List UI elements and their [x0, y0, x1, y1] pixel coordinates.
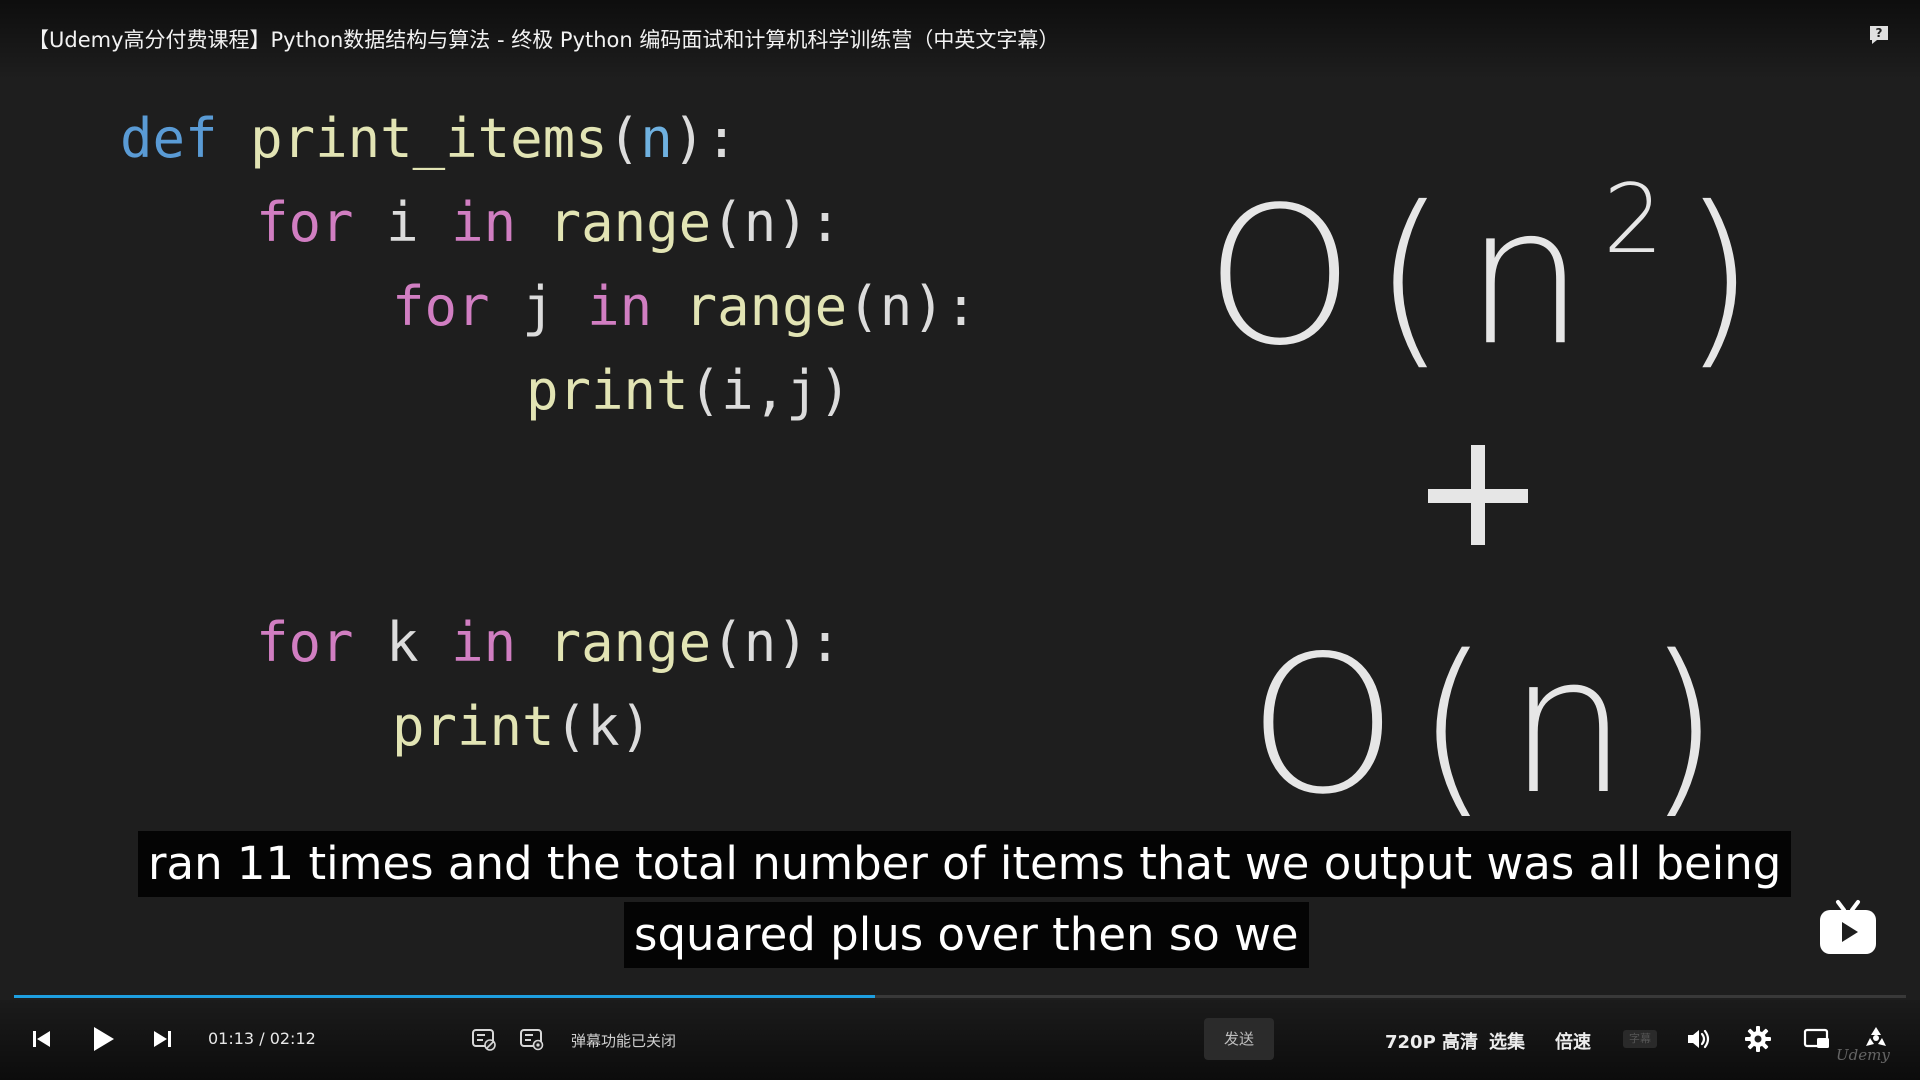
next-icon[interactable]	[148, 1025, 176, 1053]
code-line-for-j: for j in range(n):	[392, 280, 977, 334]
range-args: (n):	[711, 191, 842, 254]
keyword-for: for	[392, 275, 490, 338]
print-call: print	[392, 695, 555, 758]
print-args: (k)	[554, 695, 653, 758]
range-call: range	[684, 275, 848, 338]
time-separator: /	[259, 1029, 265, 1048]
progress-bar[interactable]	[14, 995, 1906, 998]
total-time: 02:12	[269, 1029, 316, 1048]
settings-gear-icon[interactable]	[1744, 1025, 1772, 1053]
range-call: range	[548, 611, 712, 674]
paren-close: ):	[672, 107, 738, 170]
keyword-def: def	[120, 107, 218, 170]
episodes-button[interactable]: 选集	[1489, 1028, 1525, 1054]
range-args: (n):	[847, 275, 978, 338]
complexity-close: )	[1681, 166, 1774, 388]
danmaku-status: 弹幕功能已关闭	[571, 1032, 677, 1050]
udemy-watermark: Udemy	[1836, 1046, 1890, 1064]
loop-var: i	[386, 191, 419, 254]
video-player[interactable]: 【Udemy高分付费课程】Python数据结构与算法 - 终极 Python 编…	[0, 0, 1920, 1080]
plus-sign	[1428, 445, 1528, 545]
loop-var: j	[522, 275, 555, 338]
picture-in-picture-icon[interactable]	[1803, 1025, 1831, 1053]
danmaku-toggle-icon[interactable]	[471, 1026, 497, 1052]
svg-text:?: ?	[1876, 26, 1883, 40]
subtitle-toggle-button[interactable]: 字幕	[1623, 1030, 1657, 1048]
send-button[interactable]: 发送	[1204, 1018, 1274, 1060]
keyword-in: in	[587, 275, 653, 338]
code-line-for-k: for k in range(n):	[256, 616, 841, 670]
code-line-def: def print_items(n):	[120, 112, 738, 166]
time-display: 01:13 / 02:12	[208, 1029, 316, 1048]
subtitle-line-2: squared plus over then so we	[624, 902, 1309, 968]
play-icon[interactable]	[88, 1024, 118, 1054]
range-args: (n):	[711, 611, 842, 674]
bilibili-tv-icon[interactable]	[1818, 898, 1878, 958]
video-title: 【Udemy高分付费课程】Python数据结构与算法 - 终极 Python 编…	[28, 28, 1060, 52]
function-name: print_items	[250, 107, 608, 170]
title-bar: 【Udemy高分付费课程】Python数据结构与算法 - 终极 Python 编…	[0, 0, 1920, 80]
keyword-for: for	[256, 611, 354, 674]
progress-fill	[14, 995, 875, 998]
code-line-print-ij: print(i,j)	[526, 364, 851, 418]
complexity-n-squared: O(n2)	[1205, 165, 1774, 387]
subtitle-line-1: ran 11 times and the total number of ite…	[138, 831, 1792, 897]
current-time: 01:13	[208, 1029, 255, 1048]
complexity-base: O(n	[1205, 166, 1604, 388]
keyword-in: in	[451, 191, 517, 254]
complexity-n: O(n)	[1248, 615, 1739, 836]
quality-button[interactable]: 720P 高清	[1385, 1028, 1478, 1054]
complexity-exponent: 2	[1603, 165, 1682, 275]
help-icon[interactable]: ?	[1868, 24, 1890, 46]
param-n: n	[640, 107, 673, 170]
previous-icon[interactable]	[28, 1025, 56, 1053]
paren-open: (	[607, 107, 641, 170]
print-call: print	[526, 359, 689, 422]
code-line-print-k: print(k)	[392, 700, 652, 754]
code-line-for-i: for i in range(n):	[256, 196, 841, 250]
loop-var: k	[386, 611, 419, 674]
keyword-in: in	[451, 611, 517, 674]
volume-icon[interactable]	[1684, 1025, 1712, 1053]
print-args: (i,j)	[688, 359, 852, 422]
range-call: range	[548, 191, 712, 254]
keyword-for: for	[256, 191, 354, 254]
danmaku-settings-icon[interactable]	[519, 1026, 545, 1052]
speed-button[interactable]: 倍速	[1555, 1028, 1591, 1054]
